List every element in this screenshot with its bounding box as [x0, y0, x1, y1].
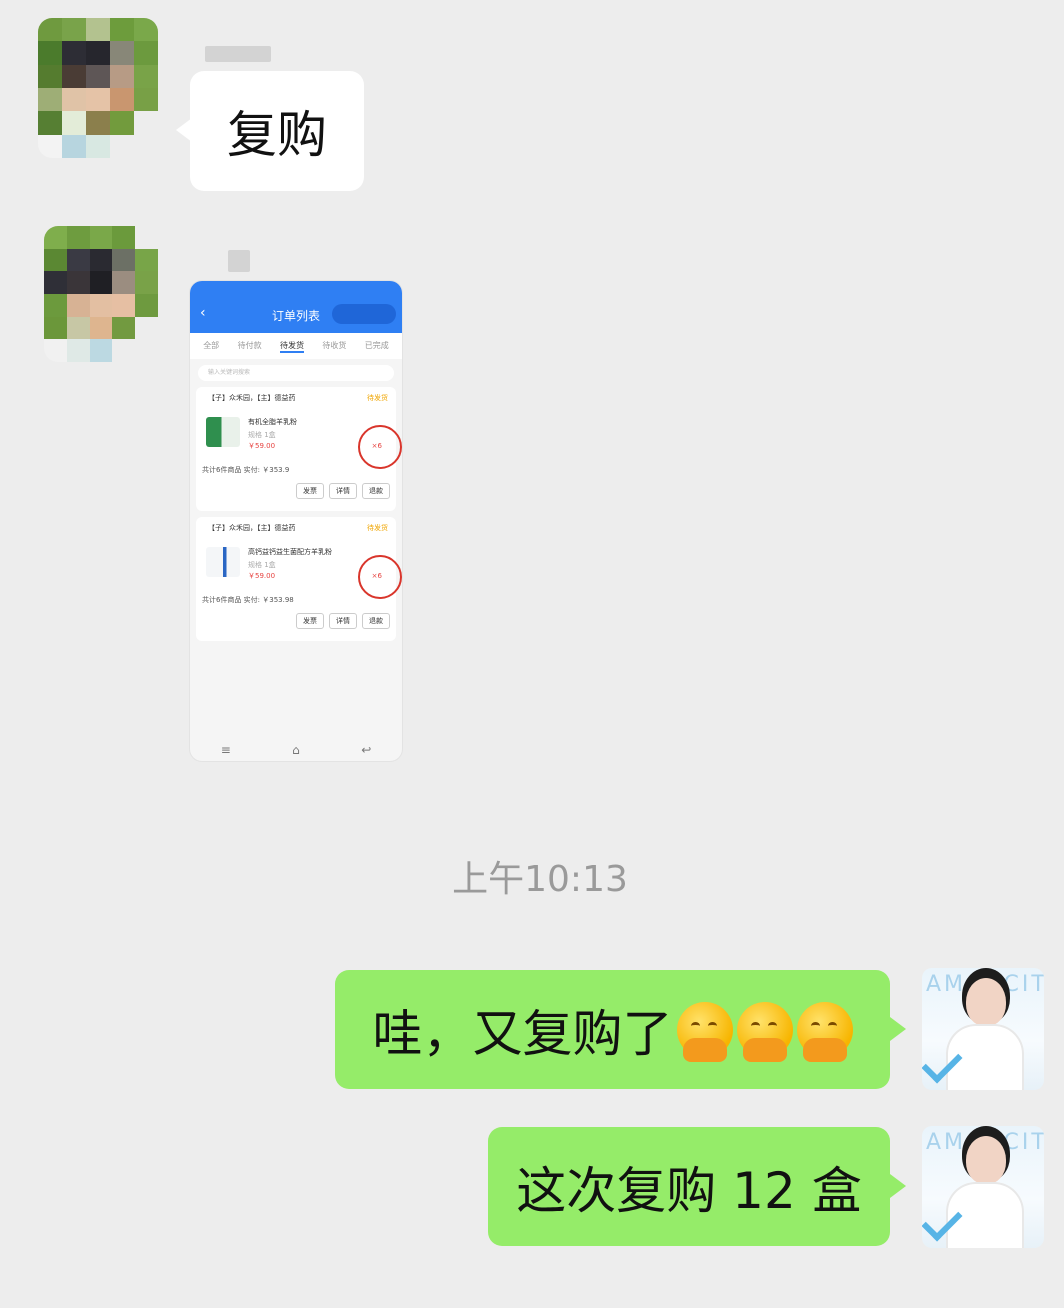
product-image [206, 417, 240, 447]
avatar-portrait [966, 1136, 1006, 1184]
avatar-portrait [966, 978, 1006, 1026]
order-actions: 发票 详情 退款 [296, 613, 390, 629]
outgoing-message-bubble[interactable]: 哇，又复购了 [335, 970, 890, 1089]
red-circle-annotation [358, 425, 402, 469]
order-status: 待发货 [367, 394, 388, 402]
order-total: 共计6件商品 实付: ￥353.98 [202, 596, 294, 604]
my-avatar[interactable]: AMORCITY [922, 968, 1044, 1090]
shy-face-emoji-icon [676, 1001, 733, 1062]
product-price: ￥59.00 [248, 442, 276, 450]
tab-all: 全部 [203, 341, 220, 350]
order-screenshot-image[interactable]: ‹ 订单列表 全部 待付款 待发货 待收货 已完成 输入关键词搜索 【子】众禾园… [190, 281, 402, 761]
product-name: 高钙益钙益生菌配方羊乳粉 [248, 548, 332, 556]
order-actions: 发票 详情 退款 [296, 483, 390, 499]
shy-face-emoji-icon [736, 1001, 793, 1062]
mini-program-capsule-icon [332, 304, 396, 324]
product-spec: 规格 1盒 [248, 431, 276, 439]
details-button: 详情 [329, 613, 357, 629]
tab-pending-payment: 待付款 [237, 341, 262, 350]
order-shop: 【子】众禾园，【主】德益药 [208, 394, 296, 402]
sender-name-blurred [205, 46, 271, 62]
order-card: 【子】众禾园，【主】德益药 待发货 高钙益钙益生菌配方羊乳粉 规格 1盒 ￥59… [196, 517, 402, 641]
tab-pending-shipment: 待发货 [279, 340, 304, 353]
sender-name-blurred [228, 250, 250, 272]
message-text: 这次复购 12 盒 [516, 1161, 862, 1220]
order-total: 共计6件商品 实付: ￥353.9 [202, 466, 290, 474]
order-shop: 【子】众禾园，【主】德益药 [208, 524, 296, 532]
message-timestamp: 上午10:13 [452, 859, 628, 900]
invoice-button: 发票 [296, 613, 324, 629]
order-card: 【子】众禾园，【主】德益药 待发货 有机全脂羊乳粉 规格 1盒 ￥59.00 ×… [196, 387, 402, 511]
screenshot-title-bar: ‹ 订单列表 [190, 281, 402, 333]
screenshot-nav-bar: ≡ ⌂ ↩ [190, 743, 402, 757]
home-icon: ⌂ [292, 743, 300, 757]
refund-button: 退款 [362, 483, 390, 499]
message-text: 复购 [227, 106, 327, 164]
screenshot-search-field: 输入关键词搜索 [198, 365, 394, 381]
tab-pending-receipt: 待收货 [322, 341, 347, 350]
bubble-tail [890, 1017, 906, 1041]
red-circle-annotation [358, 555, 402, 599]
back-icon: ↩ [361, 743, 372, 757]
sender-avatar[interactable] [38, 18, 158, 158]
outgoing-message-bubble[interactable]: 这次复购 12 盒 [488, 1127, 890, 1246]
product-spec: 规格 1盒 [248, 561, 276, 569]
invoice-button: 发票 [296, 483, 324, 499]
my-avatar[interactable]: AMORCITY [922, 1126, 1044, 1248]
shy-face-emoji-icon [796, 1001, 853, 1062]
sender-avatar[interactable] [44, 226, 158, 362]
product-name: 有机全脂羊乳粉 [248, 418, 297, 426]
order-status: 待发货 [367, 524, 388, 532]
product-image [206, 547, 240, 577]
refund-button: 退款 [362, 613, 390, 629]
message-text: 哇，又复购了 [372, 1004, 673, 1063]
details-button: 详情 [329, 483, 357, 499]
menu-icon: ≡ [220, 743, 231, 757]
incoming-message-bubble[interactable]: 复购 [190, 71, 364, 191]
bubble-tail [890, 1174, 906, 1198]
screenshot-tabs: 全部 待付款 待发货 待收货 已完成 [190, 333, 402, 359]
product-price: ￥59.00 [248, 572, 276, 580]
tab-completed: 已完成 [364, 341, 389, 350]
